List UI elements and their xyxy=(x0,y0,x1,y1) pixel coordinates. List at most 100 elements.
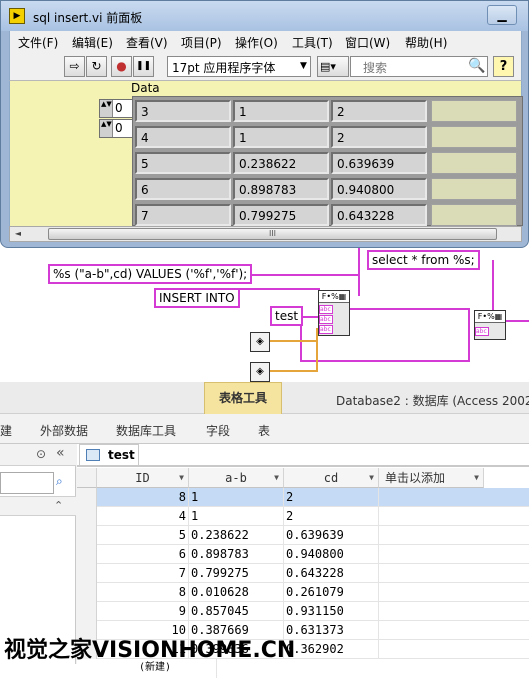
cell-cd[interactable]: 0.931150 xyxy=(284,602,379,621)
cell-cd[interactable]: 0.362902 xyxy=(284,640,379,659)
cell-a-b[interactable]: 0.898783 xyxy=(189,545,284,564)
array-cell[interactable]: 5 xyxy=(135,152,231,174)
row-selector[interactable] xyxy=(77,507,97,526)
chevron-down-icon[interactable]: ▼ xyxy=(474,468,479,488)
array-cell[interactable]: 0.799275 xyxy=(233,204,329,226)
cell-cd[interactable]: 0.940800 xyxy=(284,545,379,564)
cell-a-b[interactable]: 0.799275 xyxy=(189,564,284,583)
format-into-string-node[interactable]: F•%▦ abc abc abc xyxy=(318,290,350,336)
cell-a-b[interactable]: 0.010628 xyxy=(189,583,284,602)
table-row[interactable]: 4 1 2 xyxy=(77,507,529,526)
search-icon[interactable]: 🔍 xyxy=(468,56,486,77)
table-row[interactable]: 8 0.010628 0.261079 xyxy=(77,583,529,602)
column-header-click-to-add[interactable]: 单击以添加 ▼ xyxy=(379,468,484,488)
select-all-corner[interactable] xyxy=(77,468,97,488)
row-selector[interactable] xyxy=(77,488,97,507)
menu-window[interactable]: 窗口(W) xyxy=(345,34,390,51)
scroll-thumb[interactable]: III xyxy=(48,228,497,240)
horizontal-scrollbar[interactable]: ◄ III xyxy=(9,226,522,242)
chevron-down-icon[interactable]: ▼ xyxy=(296,56,311,77)
array-cell[interactable]: 1 xyxy=(233,100,329,122)
array-cell[interactable]: 2 xyxy=(331,100,427,122)
cell-cd[interactable]: 0.261079 xyxy=(284,583,379,602)
tab-fields[interactable]: 字段 xyxy=(206,422,230,439)
table-row[interactable]: 8 1 2 xyxy=(77,488,529,507)
cell-id[interactable]: 8 xyxy=(97,488,189,507)
align-objects-icon[interactable]: ▤▾ xyxy=(317,56,349,77)
tab-table[interactable]: 表 xyxy=(258,422,270,439)
font-select[interactable]: 17pt 应用程序字体 xyxy=(167,56,311,77)
row-selector[interactable] xyxy=(77,545,97,564)
chevron-up-icon[interactable]: ⌃ xyxy=(54,499,63,512)
menu-tools[interactable]: 工具(T) xyxy=(292,34,333,51)
select-format-string[interactable]: select * from %s; xyxy=(367,250,480,270)
nav-search-input[interactable] xyxy=(0,472,54,494)
run-arrow-icon[interactable]: ⇨ xyxy=(64,56,85,77)
row-selector[interactable] xyxy=(77,602,97,621)
row-selector[interactable] xyxy=(77,583,97,602)
array-cell[interactable]: 6 xyxy=(135,178,231,200)
search-icon[interactable]: ⌕ xyxy=(56,474,72,492)
column-header-cd[interactable]: cd ▼ xyxy=(284,468,379,488)
menu-view[interactable]: 查看(V) xyxy=(126,34,168,51)
cell-cd[interactable]: 0.631373 xyxy=(284,621,379,640)
tab-create[interactable]: 建 xyxy=(0,422,12,439)
array-cell[interactable]: 7 xyxy=(135,204,231,226)
chevron-down-icon[interactable]: ▼ xyxy=(369,468,374,488)
table-row[interactable]: 7 0.799275 0.643228 xyxy=(77,564,529,583)
array-cell[interactable]: 0.639639 xyxy=(331,152,427,174)
array-cell[interactable]: 2 xyxy=(331,126,427,148)
cell-id[interactable]: 5 xyxy=(97,526,189,545)
abort-icon[interactable]: ● xyxy=(111,56,132,77)
row-selector[interactable] xyxy=(77,564,97,583)
menu-file[interactable]: 文件(F) xyxy=(18,34,58,51)
array-cell[interactable]: 4 xyxy=(135,126,231,148)
menu-help[interactable]: 帮助(H) xyxy=(405,34,447,51)
cell-a-b[interactable]: 1 xyxy=(189,507,284,526)
random-number-icon[interactable]: ◈ xyxy=(250,362,270,382)
array-cell[interactable]: 0.940800 xyxy=(331,178,427,200)
scroll-left-icon[interactable]: ◄ xyxy=(10,227,26,241)
column-header-id[interactable]: ID ▼ xyxy=(97,468,189,488)
values-format-string[interactable]: %s ("a-b",cd) VALUES ('%f','%f'); xyxy=(48,264,253,284)
cell-cd[interactable]: 2 xyxy=(284,507,379,526)
table-row[interactable]: 5 0.238622 0.639639 xyxy=(77,526,529,545)
run-continuously-icon[interactable]: ↻ xyxy=(86,56,107,77)
nav-group-header[interactable]: ⌃ xyxy=(0,496,76,516)
help-icon[interactable]: ? xyxy=(493,56,514,77)
random-number-icon[interactable]: ◈ xyxy=(250,332,270,352)
minimize-button[interactable]: ▁ xyxy=(487,5,517,25)
spin-arrows-icon[interactable]: ▲▼ xyxy=(101,121,112,136)
array-cell[interactable]: 0.898783 xyxy=(233,178,329,200)
cell-a-b[interactable]: 0.857045 xyxy=(189,602,284,621)
table-row[interactable]: 6 0.898783 0.940800 xyxy=(77,545,529,564)
menu-operate[interactable]: 操作(O) xyxy=(235,34,278,51)
row-selector[interactable] xyxy=(77,526,97,545)
cell-cd[interactable]: 0.639639 xyxy=(284,526,379,545)
table-name-string[interactable]: test xyxy=(270,306,304,326)
format-into-string-node[interactable]: F•%▦ abc xyxy=(474,310,506,340)
cell-cd[interactable]: 2 xyxy=(284,488,379,507)
cell-id[interactable]: 8 xyxy=(97,583,189,602)
array-cell[interactable]: 1 xyxy=(233,126,329,148)
menu-edit[interactable]: 编辑(E) xyxy=(72,34,113,51)
tab-external-data[interactable]: 外部数据 xyxy=(40,422,88,439)
table-tools-contextual-tab[interactable]: 表格工具 xyxy=(204,382,282,416)
title-bar[interactable]: ▶ sql insert.vi 前面板 ▁ xyxy=(1,1,528,31)
tab-database-tools[interactable]: 数据库工具 xyxy=(116,422,176,439)
array-cell[interactable]: 3 xyxy=(135,100,231,122)
table-document-tab[interactable]: test xyxy=(79,444,139,466)
insert-into-string[interactable]: INSERT INTO xyxy=(154,288,240,308)
cell-a-b[interactable]: 0.238622 xyxy=(189,526,284,545)
cell-a-b[interactable]: 1 xyxy=(189,488,284,507)
cell-id[interactable]: 4 xyxy=(97,507,189,526)
collapse-nav-icon[interactable]: « xyxy=(56,445,65,461)
chevron-down-icon[interactable]: ▼ xyxy=(179,468,184,488)
pause-icon[interactable]: ❚❚ xyxy=(133,56,154,77)
menu-project[interactable]: 项目(P) xyxy=(181,34,222,51)
array-cell[interactable]: 0.238622 xyxy=(233,152,329,174)
table-row[interactable]: 9 0.857045 0.931150 xyxy=(77,602,529,621)
cell-id[interactable]: 7 xyxy=(97,564,189,583)
column-header-a-b[interactable]: a-b ▼ xyxy=(189,468,284,488)
cell-id[interactable]: 6 xyxy=(97,545,189,564)
